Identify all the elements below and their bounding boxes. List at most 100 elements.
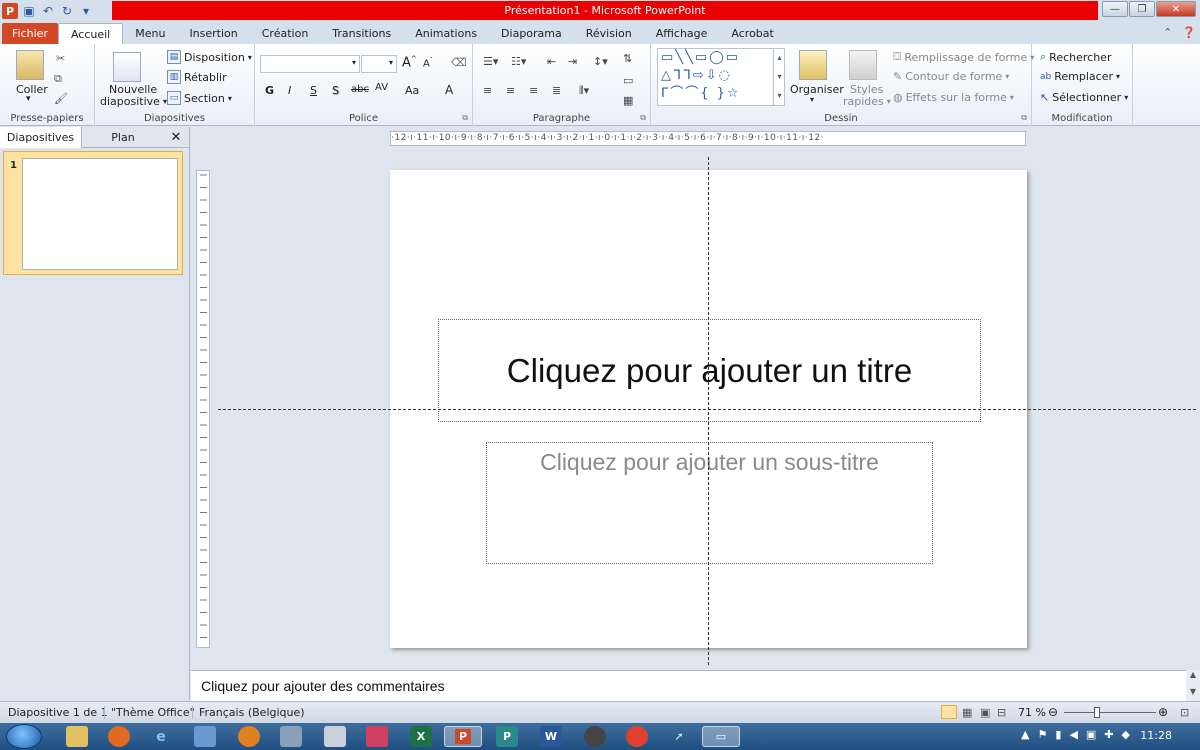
justify-icon[interactable]: ≣ [552, 84, 561, 97]
fit-to-window-icon[interactable]: ⊡ [1180, 706, 1189, 719]
slide-thumbnail[interactable]: 1 [3, 151, 183, 275]
word-icon[interactable]: W [540, 726, 562, 747]
bullets-icon[interactable]: ☰▾ [483, 55, 498, 68]
change-case-button[interactable]: Aa [405, 84, 419, 97]
tray-app-icon[interactable]: ◆ [1122, 728, 1130, 741]
tab-animations[interactable]: Animations [403, 23, 489, 44]
app-icon[interactable] [584, 726, 606, 747]
zoom-slider-thumb[interactable] [1094, 707, 1100, 718]
cut-icon[interactable]: ✂ [56, 52, 65, 65]
media-player-icon[interactable] [238, 726, 260, 747]
powerpoint-logo-icon[interactable]: P [2, 3, 18, 19]
strikethrough-button[interactable]: abc [351, 84, 369, 95]
decrease-indent-icon[interactable]: ⇤ [547, 55, 556, 68]
gallery-scroll[interactable]: ▴ ▾ ▾ [773, 48, 785, 106]
app-icon[interactable] [280, 726, 302, 747]
shadow-button[interactable]: S [332, 84, 339, 97]
tab-acrobat[interactable]: Acrobat [719, 23, 785, 44]
tray-app-icon[interactable]: ▣ [1086, 728, 1096, 741]
arrange-button[interactable]: Organiser [790, 83, 844, 96]
theme-name[interactable]: "Thème Office" [104, 706, 195, 719]
tray-arrow-icon[interactable]: ▲ [1021, 728, 1029, 741]
tab-diaporama[interactable]: Diaporama [489, 23, 574, 44]
help-icon[interactable]: ❓ [1182, 26, 1196, 39]
tab-menu[interactable]: Menu [123, 23, 177, 44]
app-icon[interactable]: ▭ [702, 726, 740, 747]
redo-icon[interactable]: ↻ [59, 3, 75, 19]
paint-icon[interactable] [366, 726, 388, 747]
zoom-level[interactable]: 71 % [1018, 706, 1046, 719]
action-center-icon[interactable]: ⚑ [1038, 728, 1048, 741]
chevron-down-icon[interactable]: ▾ [810, 95, 814, 104]
publisher-icon[interactable]: P [496, 726, 518, 747]
close-panel-icon[interactable]: ✕ [164, 127, 188, 148]
normal-view-icon[interactable] [941, 705, 957, 719]
app-icon[interactable]: ➚ [668, 726, 690, 747]
underline-button[interactable]: S [310, 84, 317, 97]
explorer-icon[interactable] [66, 726, 88, 747]
shape-effects-button[interactable]: ◍ Effets sur la forme ▾ [893, 91, 1014, 104]
zoom-slider[interactable] [1064, 712, 1156, 713]
text-direction-icon[interactable]: ⇅ [623, 52, 632, 65]
grow-font-icon[interactable]: A^ [402, 55, 417, 70]
shapes-gallery[interactable]: ▭╲╲▭◯▭ △ᒣᒣ⇨⇩◌ ᒥ⌒⌒{ }☆ [657, 48, 785, 106]
tab-accueil[interactable]: Accueil [57, 23, 124, 44]
replace-button[interactable]: ab Remplacer ▾ [1040, 70, 1120, 83]
numbering-icon[interactable]: ☷▾ [511, 55, 526, 68]
volume-icon[interactable]: ◀ [1069, 728, 1077, 741]
reading-view-icon[interactable]: ▣ [980, 706, 990, 719]
align-center-icon[interactable]: ≡ [506, 84, 515, 97]
clear-format-icon[interactable]: ⌫ [451, 56, 467, 69]
line-spacing-icon[interactable]: ↕▾ [593, 55, 608, 68]
scroll-down-icon[interactable]: ▼ [1186, 687, 1200, 696]
increase-indent-icon[interactable]: ⇥ [568, 55, 577, 68]
tray-app-icon[interactable]: ✚ [1104, 728, 1113, 741]
tab-slides[interactable]: Diapositives [0, 127, 82, 148]
close-button[interactable]: ✕ [1156, 1, 1196, 17]
columns-icon[interactable]: ⫴▾ [579, 84, 589, 98]
thumbnail-preview[interactable] [22, 158, 178, 270]
slide-sorter-icon[interactable]: ▦ [962, 706, 972, 719]
app-icon[interactable] [194, 726, 216, 747]
notes-scrollbar[interactable]: ▲ ▼ [1186, 670, 1200, 701]
maximize-button[interactable]: ❐ [1129, 1, 1155, 17]
char-spacing-button[interactable]: AV [375, 82, 388, 93]
undo-icon[interactable]: ↶ [40, 3, 56, 19]
format-painter-icon[interactable]: 🖌 [54, 92, 68, 105]
vertical-guide[interactable] [708, 157, 709, 665]
title-placeholder[interactable]: Cliquez pour ajouter un titre [438, 319, 981, 422]
italic-button[interactable]: I [288, 84, 291, 97]
start-button[interactable] [6, 724, 42, 749]
tab-transitions[interactable]: Transitions [320, 23, 403, 44]
notepad-icon[interactable] [324, 726, 346, 747]
horizontal-guide[interactable] [218, 409, 1196, 410]
firefox-icon[interactable] [108, 726, 130, 747]
font-family-select[interactable]: ▾ [260, 55, 360, 73]
notes-pane[interactable]: Cliquez pour ajouter des commentaires [191, 670, 1186, 701]
save-icon[interactable]: ▣ [21, 3, 37, 19]
align-text-icon[interactable]: ▭ [623, 74, 633, 87]
select-button[interactable]: ↖ Sélectionner ▾ [1040, 91, 1128, 104]
align-left-icon[interactable]: ≡ [483, 84, 492, 97]
new-slide-label-2[interactable]: diapositive [100, 95, 160, 108]
tab-revision[interactable]: Révision [574, 23, 644, 44]
slideshow-icon[interactable]: ⊟ [997, 706, 1006, 719]
scroll-up-icon[interactable]: ▲ [1186, 670, 1200, 679]
tab-affichage[interactable]: Affichage [644, 23, 720, 44]
paste-icon[interactable] [16, 50, 44, 80]
font-color-button[interactable]: A [445, 83, 453, 97]
customize-qat-icon[interactable]: ▾ [78, 3, 94, 19]
quick-styles-icon[interactable] [849, 50, 877, 80]
layout-button[interactable]: ▤ Disposition ▾ [167, 50, 252, 64]
powerpoint-taskbar-icon[interactable]: P [444, 726, 482, 747]
tab-fichier[interactable]: Fichier [2, 23, 58, 44]
clock[interactable]: 11:28 [1140, 729, 1172, 742]
find-button[interactable]: ⌕ Rechercher [1040, 50, 1111, 64]
language[interactable]: Français (Belgique) [192, 706, 305, 719]
section-button[interactable]: ▭ Section ▾ [167, 91, 232, 105]
zoom-out-icon[interactable]: ⊖ [1048, 705, 1058, 719]
smartart-icon[interactable]: ▦ [623, 94, 633, 107]
tab-creation[interactable]: Création [250, 23, 321, 44]
chrome-icon[interactable] [626, 726, 648, 747]
shrink-font-icon[interactable]: Aˇ [423, 57, 433, 69]
